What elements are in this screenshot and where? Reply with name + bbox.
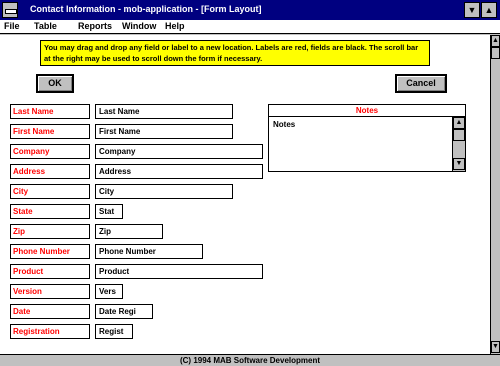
label-address[interactable]: Address (10, 164, 90, 179)
field-first-name[interactable]: First Name (95, 124, 233, 139)
field-city[interactable]: City (95, 184, 233, 199)
label-product[interactable]: Product (10, 264, 90, 279)
field-notes[interactable]: Notes (268, 116, 466, 172)
scroll-down-icon[interactable]: ▼ (453, 158, 465, 170)
label-last-name[interactable]: Last Name (10, 104, 90, 119)
label-version[interactable]: Version (10, 284, 90, 299)
title-bar[interactable]: Contact Information - mob-application - … (0, 0, 500, 20)
field-registration[interactable]: Regist (95, 324, 133, 339)
menu-file[interactable]: File (4, 21, 20, 33)
notes-scrollbar[interactable]: ▲ ▼ (452, 117, 465, 171)
maximize-button[interactable]: ▲ (481, 2, 497, 18)
label-phone-number[interactable]: Phone Number (10, 244, 90, 259)
field-address[interactable]: Address (95, 164, 263, 179)
field-zip[interactable]: Zip (95, 224, 163, 239)
field-date[interactable]: Date Regi (95, 304, 153, 319)
scroll-up-icon[interactable]: ▲ (453, 117, 465, 129)
menu-window[interactable]: Window (122, 21, 156, 33)
system-menu-icon[interactable] (2, 2, 18, 18)
field-last-name[interactable]: Last Name (95, 104, 233, 119)
info-message: You may drag and drop any field or label… (40, 40, 430, 66)
menu-reports[interactable]: Reports (78, 21, 112, 33)
form-scrollbar[interactable]: ▲ ▼ (490, 35, 500, 355)
menu-help[interactable]: Help (165, 21, 185, 33)
scroll-thumb[interactable] (491, 47, 500, 59)
minimize-button[interactable]: ▼ (464, 2, 480, 18)
scroll-down-icon[interactable]: ▼ (491, 341, 500, 353)
field-company[interactable]: Company (95, 144, 263, 159)
label-city[interactable]: City (10, 184, 90, 199)
scroll-up-icon[interactable]: ▲ (491, 35, 500, 47)
label-registration[interactable]: Registration (10, 324, 90, 339)
label-zip[interactable]: Zip (10, 224, 90, 239)
label-state[interactable]: State (10, 204, 90, 219)
field-phone-number[interactable]: Phone Number (95, 244, 203, 259)
ok-button[interactable]: OK (36, 74, 74, 93)
cancel-button[interactable]: Cancel (395, 74, 447, 93)
scroll-thumb[interactable] (453, 129, 465, 141)
field-version[interactable]: Vers (95, 284, 123, 299)
status-bar: (C) 1994 MAB Software Development (0, 354, 500, 366)
label-first-name[interactable]: First Name (10, 124, 90, 139)
menu-bar: File Table Reports Window Help (0, 20, 500, 34)
menu-table[interactable]: Table (34, 21, 57, 33)
field-product[interactable]: Product (95, 264, 263, 279)
label-date[interactable]: Date (10, 304, 90, 319)
notes-text: Notes (273, 120, 296, 129)
field-state[interactable]: Stat (95, 204, 123, 219)
label-company[interactable]: Company (10, 144, 90, 159)
window-title: Contact Information - mob-application - … (30, 4, 262, 14)
